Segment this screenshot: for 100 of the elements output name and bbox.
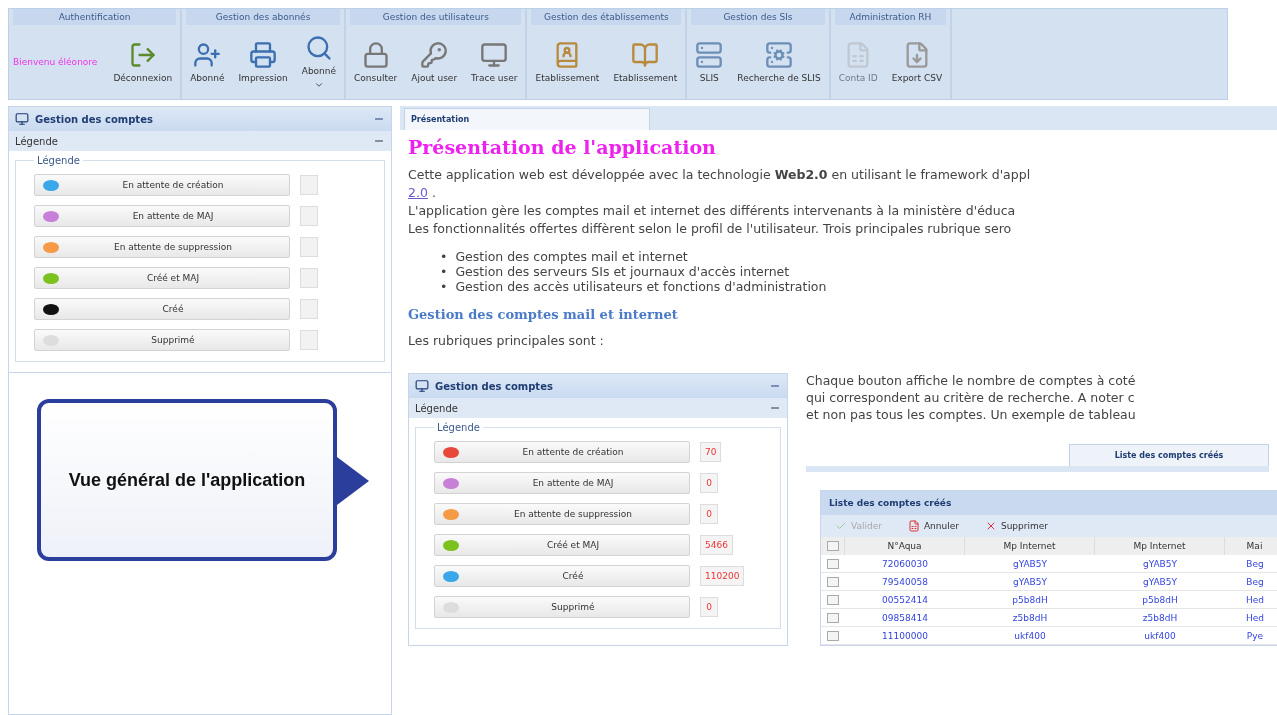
count-box [300,206,318,226]
table-cell: p5b8dH [965,591,1095,609]
table-cell: 79540058 [845,573,965,591]
column-header[interactable]: Mp Internet [965,537,1095,555]
row-checkbox[interactable] [827,558,839,569]
table-cell: Beg [1225,555,1277,573]
toolbar-icon [764,41,793,69]
toolbar-button[interactable]: Recherche de SLIS [733,39,825,85]
body-text: et non pas tous les comptes. Un exemple de tableau [806,407,1137,422]
legend-button[interactable]: En attente de MAJ [34,205,290,227]
toolbar-button[interactable]: Ajout user [407,39,462,85]
panel-icon [15,112,29,126]
tab[interactable]: Présentation [404,108,650,130]
toolbar-button[interactable]: Etablissement [531,39,604,85]
legend-button[interactable]: Créé [434,565,690,587]
panel-title: Gestion des comptes [35,113,154,125]
table-cell: z5b8dH [1095,609,1225,627]
legend-button[interactable]: Supprimé [34,329,290,351]
count-badge: 5466 [700,535,733,555]
bullet-item: Gestion des accès utilisateurs et fonctions d'administration [455,279,827,294]
bullet-marker: • [440,279,448,294]
count-badge: 0 [700,473,718,493]
toolbar-button[interactable]: Trace user [467,39,522,85]
legend-button[interactable]: En attente de création [34,174,290,196]
row-checkbox[interactable] [827,576,839,587]
grid-title: Liste des comptes créés [821,491,1277,515]
intro-text: Cette application web est développée avec la technologie Web2.0 en utilisant le framework d'appl [408,167,1032,182]
legend-button[interactable]: Créé et MAJ [434,534,690,556]
table-cell: ukf400 [1095,627,1225,645]
bullet-marker: • [440,249,448,264]
count-badge: 110200 [700,566,745,586]
framework-link[interactable]: 2.0 [408,185,428,200]
legend-button[interactable]: En attente de suppression [34,236,290,258]
group-title: Gestion des SIs [691,9,825,25]
toolbar-icon [361,41,390,69]
grid-action-button[interactable]: Annuler [901,519,965,533]
row-checkbox[interactable] [827,630,839,641]
count-badge: 70 [700,442,722,462]
table-cell: 11100000 [845,627,965,645]
column-header[interactable]: Mp Internet [1095,537,1225,555]
table-cell: Hed [1225,609,1277,627]
action-icon [835,520,847,532]
toolbar-button[interactable]: Abonné [297,32,341,92]
table-cell: Pye [1225,627,1277,645]
legend-button[interactable]: Créé [34,298,290,320]
toolbar-button[interactable]: Déconnexion [109,39,177,85]
body-text: Les rubriques principales sont : [408,333,605,348]
toolbar-button[interactable]: Impression [234,39,292,85]
table-cell: gYAB5Y [965,573,1095,591]
toolbar-icon [420,41,449,69]
grid-tab[interactable]: Liste des comptes créés [1069,444,1269,466]
toolbar-button[interactable]: Export CSV [887,39,947,85]
row-checkbox[interactable] [827,612,839,623]
bullet-marker: • [440,264,448,279]
page-heading: Présentation de l'application [408,136,717,158]
table-cell: p5b8dH [1095,591,1225,609]
bullet-item: Gestion des serveurs SIs et journaux d'accès internet [455,264,790,279]
table-cell: 09858414 [845,609,965,627]
legend-button[interactable]: En attente de création [434,441,690,463]
group-title: Gestion des utilisateurs [350,9,522,25]
table-cell: 00552414 [845,591,965,609]
table-cell: ukf400 [965,627,1095,645]
toolbar-icon [249,41,278,69]
table-cell: gYAB5Y [1095,555,1225,573]
action-icon [907,520,920,532]
panel-icon [415,379,429,393]
section-heading: Gestion des comptes mail et internet [408,307,679,322]
section-title: Légende [415,402,459,414]
table-cell: Beg [1225,573,1277,591]
group-title: Gestion des établissements [531,9,682,25]
legend-title: Légende [36,155,81,166]
row-checkbox[interactable] [827,594,839,605]
period-text: . [431,185,436,200]
grid-action-button[interactable]: Supprimer [978,519,1054,533]
group-title: Authentification [13,9,177,25]
column-header[interactable]: N°Aqua [845,537,965,555]
count-box [300,237,318,257]
toolbar-button[interactable]: Etablissement [609,39,682,85]
toolbar-button[interactable]: Consulter [350,39,402,85]
toolbar-button[interactable]: Abonné [186,39,229,85]
column-header[interactable]: Mai [1225,537,1277,555]
section-title: Légende [15,135,59,147]
toolbar-button[interactable]: SLIS [691,39,728,85]
legend-button[interactable]: En attente de suppression [434,503,690,525]
bullet-item: Gestion des comptes mail et internet [455,249,688,264]
body-text: Chaque bouton affiche le nombre de comptes à coté [806,373,1137,388]
count-box [300,299,318,319]
toolbar-icon [193,41,222,69]
legend-button[interactable]: Créé et MAJ [34,267,290,289]
legend-button[interactable]: Supprimé [434,596,690,618]
select-all-checkbox[interactable] [826,541,839,551]
group-title: Administration RH [834,9,947,25]
body-text: L'application gère les comptes mail et internet des différents intervenants à la ministère d'éduca [408,203,1017,218]
toolbar-icon [695,41,724,69]
legend-button[interactable]: En attente de MAJ [434,472,690,494]
body-text: Les fonctionnalités offertes diffèrent selon le profil de l'utilisateur. Trois principales rubrique sero [408,221,1013,236]
table-cell: 72060030 [845,555,965,573]
toolbar-icon [480,41,509,69]
panel-title: Gestion des comptes [435,380,554,392]
group-title: Gestion des abonnés [186,9,341,25]
